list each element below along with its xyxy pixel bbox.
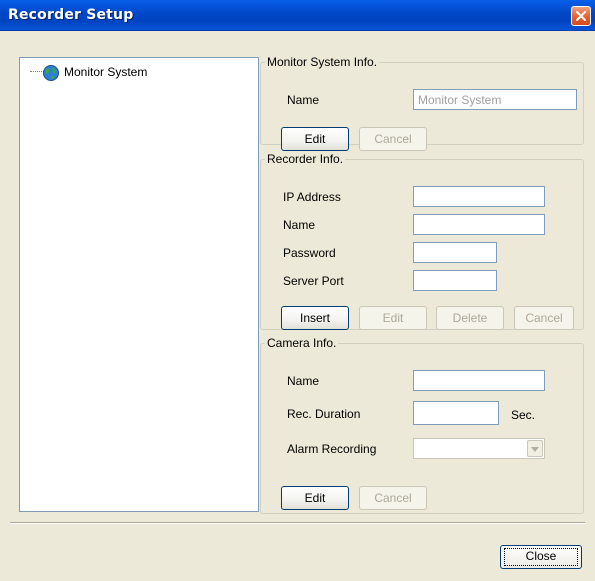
alarm-recording-select[interactable] <box>413 438 545 459</box>
ip-address-field[interactable] <box>413 186 545 207</box>
password-label: Password <box>283 246 336 260</box>
recorder-setup-window: Recorder Setup Monitor System Monitor Sy… <box>0 0 595 581</box>
camera-info-group: Camera Info. Name Rec. Duration Sec. Ala… <box>260 336 584 514</box>
monitor-cancel-button[interactable]: Cancel <box>359 127 427 151</box>
close-icon <box>576 11 586 21</box>
insert-button[interactable]: Insert <box>281 306 349 330</box>
footer-divider <box>10 522 585 524</box>
rec-duration-label: Rec. Duration <box>287 407 361 421</box>
window-title: Recorder Setup <box>8 7 134 23</box>
close-button[interactable]: Close <box>500 545 582 569</box>
recorder-name-label: Name <box>283 218 316 232</box>
recorder-info-legend: Recorder Info. <box>267 152 344 166</box>
monitor-system-info-group: Monitor System Info. Name Edit Cancel <box>260 55 584 151</box>
monitor-name-label: Name <box>287 93 320 107</box>
window-close-button[interactable] <box>571 6 591 26</box>
close-button-focus-rect <box>504 548 578 566</box>
tree-item-monitor-system[interactable]: Monitor System <box>64 65 147 79</box>
monitor-name-field[interactable] <box>413 89 577 110</box>
server-port-field[interactable] <box>413 270 497 291</box>
camera-info-legend: Camera Info. <box>267 336 337 350</box>
monitor-tree[interactable]: Monitor System <box>19 57 259 512</box>
globe-icon <box>43 65 59 81</box>
rec-duration-unit: Sec. <box>511 408 536 422</box>
delete-button[interactable]: Delete <box>436 306 504 330</box>
recorder-cancel-button[interactable]: Cancel <box>514 306 574 330</box>
recorder-info-group: Recorder Info. IP Address Name Password … <box>260 152 584 330</box>
server-port-label: Server Port <box>283 274 344 288</box>
camera-edit-button[interactable]: Edit <box>281 486 349 510</box>
camera-name-label: Name <box>287 374 320 388</box>
recorder-name-field[interactable] <box>413 214 545 235</box>
alarm-recording-dropdown-button[interactable] <box>527 440 543 457</box>
monitor-system-info-legend: Monitor System Info. <box>267 55 378 69</box>
chevron-down-icon <box>531 447 539 452</box>
rec-duration-field[interactable] <box>413 401 499 425</box>
title-bar[interactable]: Recorder Setup <box>0 0 595 31</box>
monitor-edit-button[interactable]: Edit <box>281 127 349 151</box>
ip-address-label: IP Address <box>283 190 341 204</box>
camera-cancel-button[interactable]: Cancel <box>359 486 427 510</box>
recorder-edit-button[interactable]: Edit <box>359 306 427 330</box>
password-field[interactable] <box>413 242 497 263</box>
alarm-recording-label: Alarm Recording <box>287 442 377 456</box>
camera-name-field[interactable] <box>413 370 545 391</box>
